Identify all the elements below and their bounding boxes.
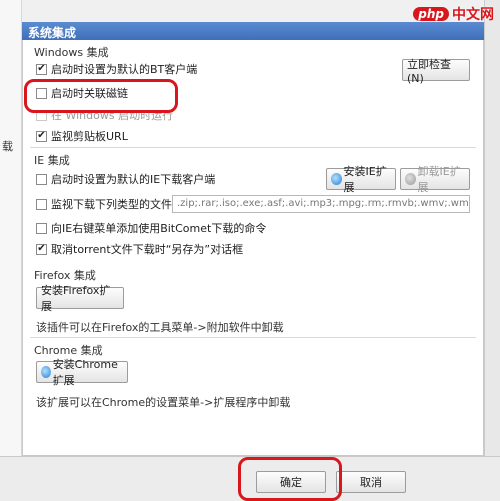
set-default-bt-label: 启动时设置为默认的BT客户端 xyxy=(51,63,198,76)
hidden-option-checkbox[interactable] xyxy=(36,109,47,121)
set-default-ie-label: 启动时设置为默认的IE下载客户端 xyxy=(51,173,216,186)
globe-icon xyxy=(405,173,416,185)
ie-section-title: IE 集成 xyxy=(34,154,70,167)
dialog-footer xyxy=(0,456,500,501)
cancel-button[interactable]: 取消 xyxy=(336,471,406,493)
watermark: php 中文网 xyxy=(413,4,494,24)
install-chrome-button[interactable]: 安装Chrome扩展 xyxy=(36,358,128,387)
install-chrome-label: 安装Chrome扩展 xyxy=(52,358,118,387)
install-ie-button[interactable]: 安装IE扩展 xyxy=(326,165,396,194)
add-context-menu-checkbox[interactable] xyxy=(36,222,47,234)
panel-title: 系统集成 xyxy=(22,22,484,40)
set-default-bt-option[interactable]: ✔ 启动时设置为默认的BT客户端 xyxy=(36,62,197,76)
check-now-button[interactable]: 立即检查(N) xyxy=(402,58,470,85)
monitor-clipboard-option[interactable]: ✔ 监视剪贴板URL xyxy=(36,129,128,143)
firefox-section-title: Firefox 集成 xyxy=(34,269,96,282)
watermark-brand: 中文网 xyxy=(452,7,494,23)
right-frame xyxy=(484,0,500,456)
sidebar-cut-label: 载 xyxy=(2,140,13,153)
ok-button[interactable]: 确定 xyxy=(256,471,326,493)
monitor-types-option[interactable]: 监视下载下列类型的文件: xyxy=(36,197,176,211)
monitor-types-label: 监视下载下列类型的文件: xyxy=(51,198,176,211)
set-default-ie-checkbox[interactable] xyxy=(36,173,47,185)
uninstall-ie-label: 卸载IE扩展 xyxy=(417,165,461,194)
uninstall-ie-button[interactable]: 卸载IE扩展 xyxy=(400,165,470,194)
monitor-clipboard-checkbox[interactable]: ✔ xyxy=(36,130,47,142)
cancel-save-as-label: 取消torrent文件下载时“另存为”对话框 xyxy=(51,243,244,256)
windows-section-title: Windows 集成 xyxy=(34,46,109,59)
add-context-menu-label: 向IE右键菜单添加使用BitComet下载的命令 xyxy=(51,222,267,235)
hidden-option[interactable]: 在 Windows 启动时运行 xyxy=(36,108,173,122)
hidden-option-label: 在 Windows 启动时运行 xyxy=(51,109,174,122)
assoc-magnet-checkbox[interactable] xyxy=(36,87,47,99)
file-types-input[interactable]: .zip;.rar;.iso;.exe;.asf;.avi;.mp3;.mpg;… xyxy=(172,195,470,213)
monitor-clipboard-label: 监视剪贴板URL xyxy=(51,130,128,143)
assoc-magnet-label: 启动时关联磁链 xyxy=(51,87,128,100)
assoc-magnet-option[interactable]: 启动时关联磁链 xyxy=(36,86,128,100)
chrome-note: 该扩展可以在Chrome的设置菜单->扩展程序中卸载 xyxy=(36,396,291,409)
monitor-types-checkbox[interactable] xyxy=(36,198,47,210)
cancel-save-as-checkbox[interactable]: ✔ xyxy=(36,243,47,255)
section-divider xyxy=(30,337,476,338)
section-divider xyxy=(30,147,476,148)
watermark-logo: php xyxy=(413,7,449,21)
set-default-ie-option[interactable]: 启动时设置为默认的IE下载客户端 xyxy=(36,172,215,186)
set-default-bt-checkbox[interactable]: ✔ xyxy=(36,63,47,75)
install-ie-label: 安装IE扩展 xyxy=(343,165,387,194)
chrome-icon xyxy=(41,366,51,378)
firefox-note: 该插件可以在Firefox的工具菜单->附加软件中卸载 xyxy=(36,321,284,334)
install-firefox-button[interactable]: 安装Firefox扩展 xyxy=(36,284,124,313)
globe-icon xyxy=(331,173,342,185)
add-context-menu-option[interactable]: 向IE右键菜单添加使用BitComet下载的命令 xyxy=(36,221,266,235)
cancel-save-as-option[interactable]: ✔ 取消torrent文件下载时“另存为”对话框 xyxy=(36,242,243,256)
left-sidebar: 载 xyxy=(0,0,22,456)
